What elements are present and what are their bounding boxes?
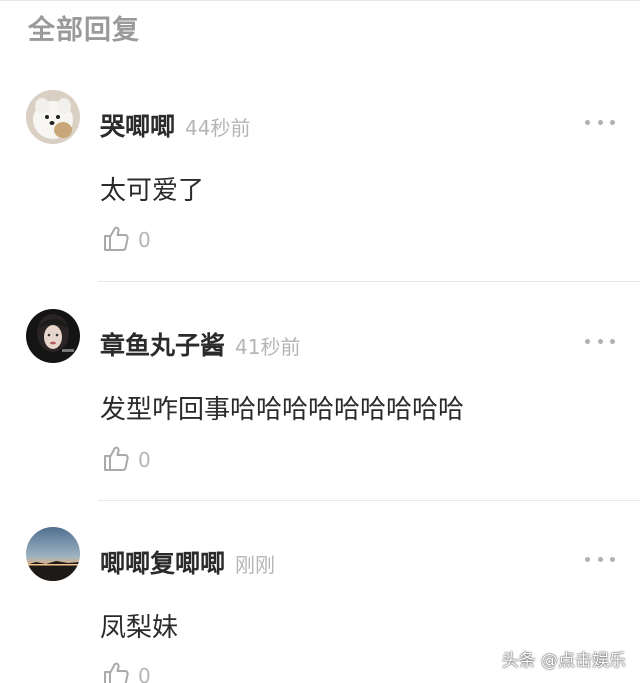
comment-page: 全部回复 哭唧唧 44秒前 太可爱了 0 章鱼丸子酱 41秒前 发型咋回事哈哈哈… bbox=[0, 0, 640, 683]
thumbs-up-icon bbox=[104, 446, 129, 471]
username[interactable]: 哭唧唧 44秒前 bbox=[100, 107, 250, 143]
thumbs-up-icon bbox=[104, 662, 129, 683]
timestamp: 刚刚 bbox=[235, 553, 276, 577]
timestamp: 41秒前 bbox=[235, 335, 301, 359]
comment-divider bbox=[98, 281, 640, 282]
avatar[interactable] bbox=[26, 90, 80, 144]
timestamp: 44秒前 bbox=[185, 116, 251, 140]
like-button[interactable]: 0 bbox=[102, 224, 151, 252]
avatar[interactable] bbox=[26, 527, 80, 581]
girl-portrait-avatar-icon bbox=[26, 309, 80, 363]
more-options-icon[interactable] bbox=[585, 118, 615, 126]
username-text[interactable]: 唧唧复唧唧 bbox=[100, 549, 225, 578]
comment-divider bbox=[98, 500, 640, 501]
username[interactable]: 章鱼丸子酱 41秒前 bbox=[100, 326, 300, 362]
avatar[interactable] bbox=[26, 309, 80, 363]
thumbs-up-icon bbox=[104, 226, 129, 251]
section-title: 全部回复 bbox=[28, 15, 140, 46]
sunset-landscape-avatar-icon bbox=[26, 527, 80, 581]
more-options-icon[interactable] bbox=[585, 555, 615, 563]
username-text[interactable]: 章鱼丸子酱 bbox=[100, 331, 225, 360]
like-count: 0 bbox=[138, 664, 151, 683]
username-text[interactable]: 哭唧唧 bbox=[100, 112, 175, 141]
comment-text: 太可爱了 bbox=[100, 176, 205, 206]
like-count: 0 bbox=[138, 448, 151, 472]
watermark: 头条 @点击娱乐 bbox=[501, 651, 626, 671]
white-dog-avatar-icon bbox=[26, 90, 80, 144]
like-button[interactable]: 0 bbox=[102, 660, 151, 683]
username[interactable]: 唧唧复唧唧 刚刚 bbox=[100, 544, 275, 580]
like-count: 0 bbox=[138, 228, 151, 252]
top-divider bbox=[0, 0, 640, 1]
comment-text: 凤梨妹 bbox=[100, 613, 179, 643]
comment-text: 发型咋回事哈哈哈哈哈哈哈哈哈 bbox=[100, 395, 465, 425]
like-button[interactable]: 0 bbox=[102, 444, 151, 472]
more-options-icon[interactable] bbox=[585, 337, 615, 345]
